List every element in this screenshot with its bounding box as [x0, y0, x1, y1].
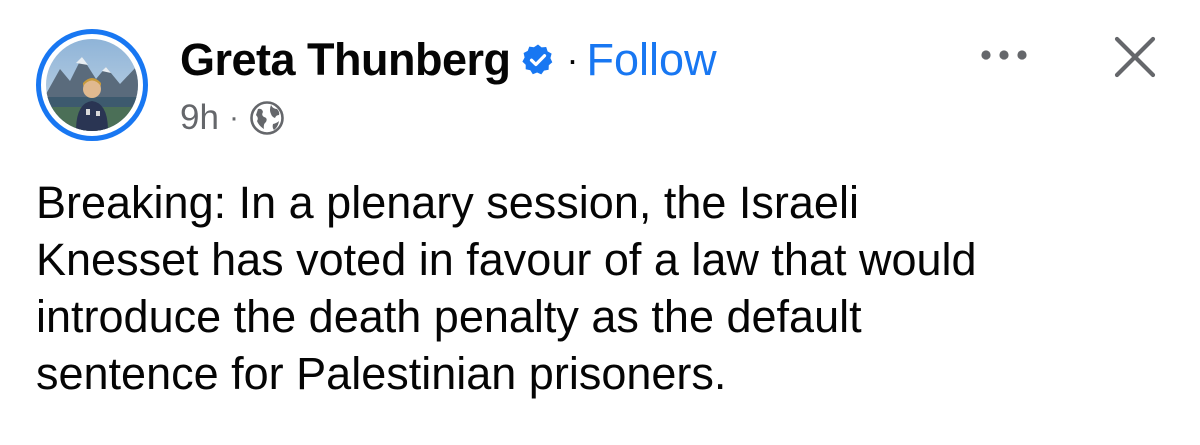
- post-text-line: sentence for Palestinian prisoners.: [36, 348, 727, 399]
- post-timestamp[interactable]: 9h: [180, 98, 219, 138]
- globe-icon[interactable]: [249, 100, 285, 136]
- more-options-button[interactable]: [972, 30, 1036, 80]
- profile-photo: [46, 39, 138, 131]
- more-options-icon: [981, 50, 1027, 60]
- follow-button[interactable]: Follow: [587, 34, 717, 86]
- profile-photo-image: [46, 39, 138, 131]
- post-text: Breaking: In a plenary session, the Isra…: [36, 174, 1176, 402]
- post-header: Greta Thunberg · Follow: [180, 30, 717, 90]
- verified-badge-icon: [521, 43, 555, 77]
- post-meta: 9h ·: [180, 95, 285, 141]
- facebook-post: Greta Thunberg · Follow 9h · Breaking: I…: [0, 0, 1200, 445]
- close-icon: [1114, 36, 1156, 78]
- post-text-line: introduce the death penalty as the defau…: [36, 291, 862, 342]
- post-text-line: Breaking: In a plenary session, the Isra…: [36, 177, 859, 228]
- avatar[interactable]: [36, 29, 148, 141]
- close-button[interactable]: [1105, 27, 1165, 87]
- header-separator: ·: [566, 39, 579, 80]
- post-text-line: Knesset has voted in favour of a law tha…: [36, 234, 977, 285]
- meta-separator: ·: [228, 101, 239, 134]
- author-name[interactable]: Greta Thunberg: [180, 34, 511, 86]
